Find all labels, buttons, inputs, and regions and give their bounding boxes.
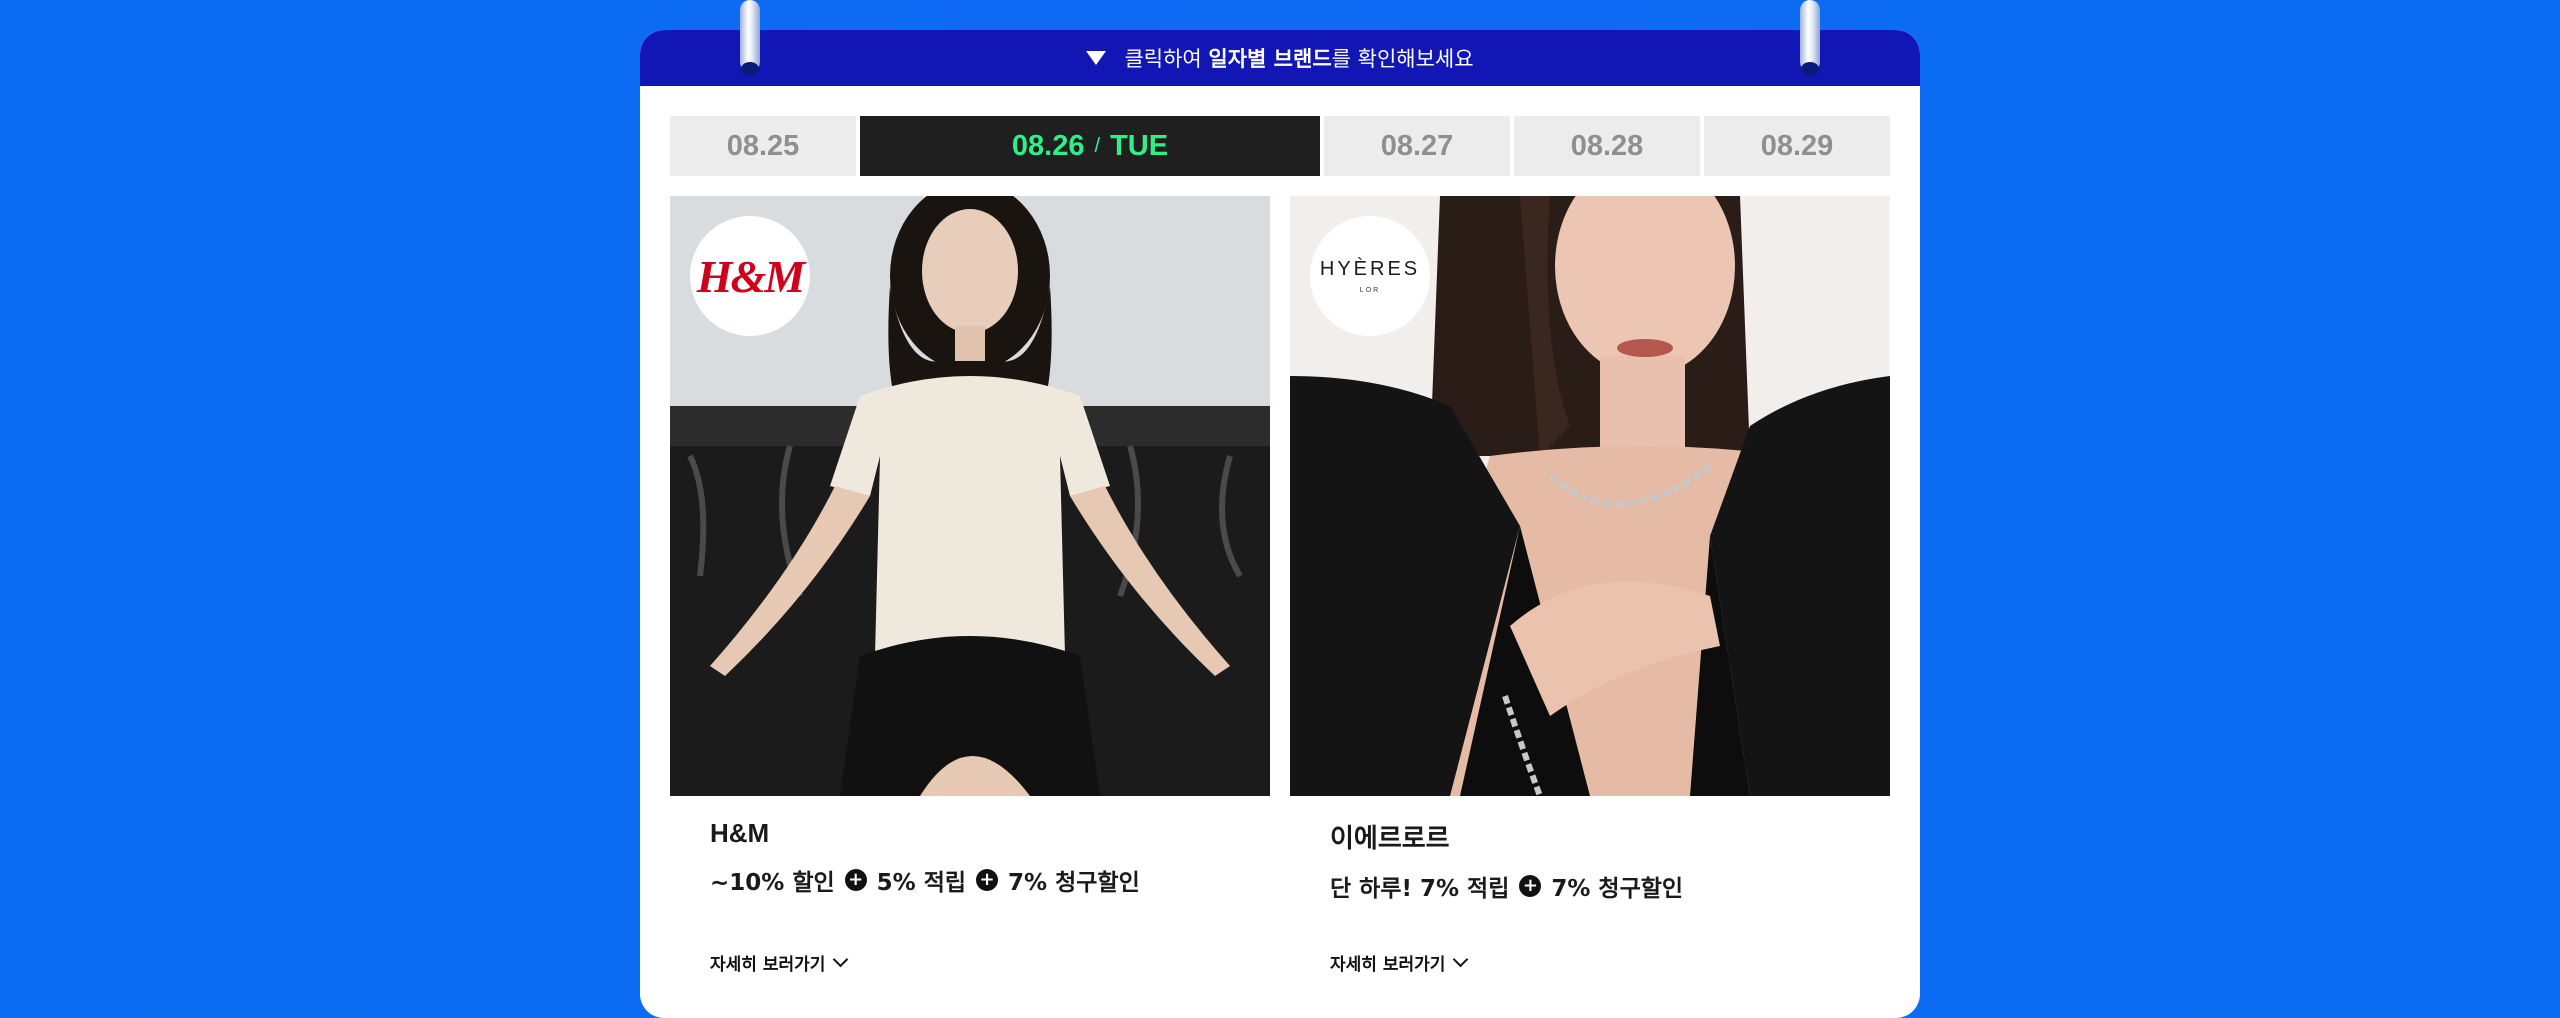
date-tabs: 08.25 08.26 / TUE 08.27 08.28 08.29 — [670, 116, 1890, 176]
tab-date-0829[interactable]: 08.29 — [1704, 116, 1890, 176]
brand-card-hyeres-lor[interactable]: HYÈRES LOR 이에르로르 단 하루! 7% 적립 + 7% 청구할인 자… — [1290, 196, 1890, 996]
detail-label: 자세히 보러가기 — [1330, 955, 1446, 975]
tab-date-0828[interactable]: 08.28 — [1514, 116, 1700, 176]
tab-date-0825[interactable]: 08.25 — [670, 116, 856, 176]
header-text: 클릭하여 일자별 브랜드를 확인해보세요 — [1124, 43, 1473, 73]
brand-name-hyeres: 이에르로르 — [1330, 823, 1450, 853]
plus-icon: + — [976, 869, 999, 891]
detail-link-hyeres[interactable]: 자세히 보러가기 — [1330, 950, 1469, 975]
benefit-billing-discount: 7% 청구할인 — [1008, 870, 1140, 896]
hyeres-logo: HYÈRES — [1319, 258, 1421, 280]
binder-ring-left — [740, 0, 760, 76]
hm-logo-badge: H&M — [690, 216, 810, 336]
tab-date-0827[interactable]: 08.27 — [1324, 116, 1510, 176]
hyeres-logo-badge: HYÈRES LOR — [1310, 216, 1430, 336]
header-prefix: 클릭하여 — [1124, 47, 1209, 71]
benefit-points: 5% 적립 — [876, 870, 967, 896]
benefit-discount: ~10% 할인 — [710, 870, 835, 896]
hyeres-product-photo: HYÈRES LOR — [1290, 196, 1890, 796]
active-date: 08.26 — [1011, 129, 1085, 162]
benefit-points: 단 하루! 7% 적립 — [1330, 876, 1510, 902]
header-bold: 일자별 브랜드 — [1208, 47, 1332, 71]
triangle-down-icon — [1086, 51, 1107, 65]
plus-icon: + — [844, 869, 867, 891]
active-date-separator: / — [1094, 134, 1101, 157]
active-day: TUE — [1110, 129, 1169, 162]
chevron-down-icon — [833, 951, 849, 968]
binder-ring-right — [1800, 0, 1820, 76]
detail-link-hm[interactable]: 자세히 보러가기 — [710, 950, 849, 975]
detail-label: 자세히 보러가기 — [710, 955, 826, 975]
hyeres-info: 이에르로르 단 하루! 7% 적립 + 7% 청구할인 — [1330, 818, 1683, 903]
plus-icon: + — [1519, 875, 1542, 897]
chevron-down-icon — [1453, 951, 1469, 968]
hyeres-logo-sub: LOR — [1359, 287, 1381, 294]
benefit-billing-discount: 7% 청구할인 — [1551, 876, 1684, 902]
daily-brand-panel: 클릭하여 일자별 브랜드를 확인해보세요 08.25 08.26 / TUE 0… — [640, 30, 1920, 1018]
brand-cards: H&M H&M ~10% 할인 + 5% 적립 + 7% 청구할인 자세히 보러… — [670, 196, 1890, 996]
hm-info: H&M ~10% 할인 + 5% 적립 + 7% 청구할인 — [710, 818, 1140, 897]
brand-name-hm: H&M — [710, 818, 770, 848]
header-suffix: 를 확인해보세요 — [1331, 47, 1474, 71]
benefit-line-hm: ~10% 할인 + 5% 적립 + 7% 청구할인 — [710, 863, 1140, 897]
benefit-line-hyeres: 단 하루! 7% 적립 + 7% 청구할인 — [1330, 869, 1683, 903]
brand-card-hm[interactable]: H&M H&M ~10% 할인 + 5% 적립 + 7% 청구할인 자세히 보러… — [670, 196, 1270, 996]
hm-product-photo: H&M — [670, 196, 1270, 796]
tab-date-0826-active[interactable]: 08.26 / TUE — [860, 116, 1320, 176]
expand-header-bar[interactable]: 클릭하여 일자별 브랜드를 확인해보세요 — [640, 30, 1920, 86]
hm-logo: H&M — [696, 250, 805, 302]
